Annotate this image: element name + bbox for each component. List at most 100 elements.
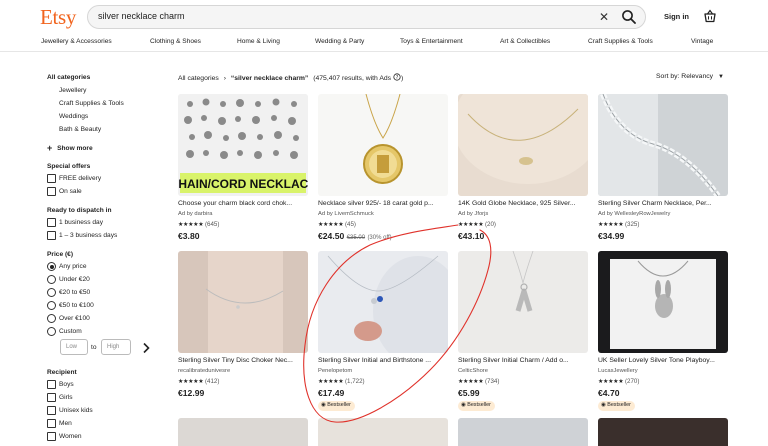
nav-wedding[interactable]: Wedding & Party bbox=[315, 38, 364, 45]
price-over-100-radio[interactable] bbox=[47, 314, 56, 323]
listing-title[interactable]: Sterling Silver Charm Necklace, Per... bbox=[598, 200, 728, 207]
recipient-girls-checkbox[interactable] bbox=[47, 393, 56, 402]
listing-title[interactable]: Sterling Silver Initial and Birthstone .… bbox=[318, 357, 448, 364]
price-under-20-label[interactable]: Under €20 bbox=[59, 276, 90, 283]
recipient-women-label[interactable]: Women bbox=[59, 433, 82, 440]
review-count: (270) bbox=[624, 378, 640, 385]
recipient-boys-label[interactable]: Boys bbox=[59, 381, 74, 388]
listing-title[interactable]: UK Seller Lovely Silver Tone Playboy... bbox=[598, 357, 728, 364]
listing-title[interactable]: Necklace silver 925/- 18 carat gold p... bbox=[318, 200, 448, 207]
recipient-girls-label[interactable]: Girls bbox=[59, 394, 73, 401]
star-rating-icon: ★★★★★ bbox=[178, 221, 204, 228]
listing-image[interactable] bbox=[178, 251, 308, 353]
search-input[interactable]: silver necklace charm bbox=[98, 11, 185, 21]
listing-shop: Penelopetom bbox=[318, 368, 353, 374]
free-delivery-label[interactable]: FREE delivery bbox=[59, 175, 101, 182]
sign-in-link[interactable]: Sign in bbox=[664, 12, 689, 21]
listing-image[interactable] bbox=[598, 94, 728, 196]
listing-title[interactable]: Choose your charm black cord chok... bbox=[178, 200, 308, 207]
nav-jewellery[interactable]: Jewellery & Accessories bbox=[41, 38, 112, 45]
listing-image[interactable] bbox=[318, 94, 448, 196]
review-count: (325) bbox=[624, 221, 640, 228]
review-count: (45) bbox=[344, 221, 356, 228]
nav-vintage[interactable]: Vintage bbox=[691, 38, 713, 45]
recipient-women-checkbox[interactable] bbox=[47, 432, 56, 441]
search-icon[interactable] bbox=[621, 9, 637, 25]
listing-shop: LucasJewellery bbox=[598, 368, 638, 374]
dispatch-1-day-checkbox[interactable] bbox=[47, 218, 56, 227]
bestseller-badge: ◉ Bestseller bbox=[458, 401, 495, 411]
red-annotation-stroke bbox=[303, 224, 492, 423]
dispatch-1-day-label[interactable]: 1 business day bbox=[59, 219, 103, 226]
listing-rating: ★★★★★ (645) bbox=[178, 221, 219, 228]
filter-cat-jewellery[interactable]: Jewellery bbox=[59, 87, 86, 94]
nav-toys[interactable]: Toys & Entertainment bbox=[400, 38, 463, 45]
free-delivery-checkbox[interactable] bbox=[47, 174, 56, 183]
listing-title[interactable]: Sterling Silver Tiny Disc Choker Nec... bbox=[178, 357, 308, 364]
sort-dropdown[interactable]: Sort by: Relevancy ▼ bbox=[656, 73, 724, 80]
recipient-men-label[interactable]: Men bbox=[59, 420, 72, 427]
price-heading: Price (€) bbox=[47, 251, 74, 258]
listing-image[interactable]: CHAIN/CORD NECKLACE bbox=[178, 94, 308, 196]
sort-label: Sort by: Relevancy bbox=[656, 73, 714, 80]
image-overlay-text: CHAIN/CORD NECKLACE bbox=[178, 177, 308, 191]
price-low-input[interactable]: Low bbox=[60, 339, 88, 355]
price-under-20-radio[interactable] bbox=[47, 275, 56, 284]
price-custom-label[interactable]: Custom bbox=[59, 328, 82, 335]
filter-cat-craft[interactable]: Craft Supplies & Tools bbox=[59, 100, 124, 107]
review-count: (734) bbox=[484, 378, 500, 385]
price-high-input[interactable]: High bbox=[101, 339, 131, 355]
listing-image[interactable] bbox=[458, 251, 588, 353]
special-offers-heading: Special offers bbox=[47, 163, 91, 170]
price-any-label[interactable]: Any price bbox=[59, 263, 87, 270]
on-sale-label[interactable]: On sale bbox=[59, 188, 82, 195]
nav-clothing[interactable]: Clothing & Shoes bbox=[150, 38, 201, 45]
all-categories-heading[interactable]: All categories bbox=[47, 74, 90, 81]
listing-image[interactable] bbox=[598, 418, 728, 446]
star-rating-icon: ★★★★★ bbox=[178, 378, 204, 385]
listing-title[interactable]: Sterling Silver Initial Charm / Add o... bbox=[458, 357, 588, 364]
listing-rating: ★★★★★ (45) bbox=[318, 221, 356, 228]
recipient-unisex-label[interactable]: Unisex kids bbox=[59, 407, 93, 414]
listing-title[interactable]: 14K Gold Globe Necklace, 925 Silver... bbox=[458, 200, 588, 207]
filter-cat-weddings[interactable]: Weddings bbox=[59, 113, 88, 120]
price-50-100-radio[interactable] bbox=[47, 301, 56, 310]
price-20-50-radio[interactable] bbox=[47, 288, 56, 297]
nav-art[interactable]: Art & Collectibles bbox=[500, 38, 550, 45]
show-more-label: Show more bbox=[57, 145, 93, 152]
bestseller-label: Bestseller bbox=[607, 402, 631, 408]
search-bar[interactable]: silver necklace charm ✕ bbox=[87, 5, 646, 29]
recipient-unisex-checkbox[interactable] bbox=[47, 406, 56, 415]
listing-image[interactable] bbox=[318, 251, 448, 353]
listing-image[interactable] bbox=[598, 251, 728, 353]
listing-image[interactable] bbox=[458, 418, 588, 446]
nav-home[interactable]: Home & Living bbox=[237, 38, 280, 45]
filter-cat-bath[interactable]: Bath & Beauty bbox=[59, 126, 101, 133]
price-any-radio[interactable] bbox=[47, 262, 56, 271]
basket-icon[interactable] bbox=[703, 9, 717, 23]
recipient-boys-checkbox[interactable] bbox=[47, 380, 56, 389]
listing-image[interactable] bbox=[318, 418, 448, 446]
breadcrumb-all-categories[interactable]: All categories bbox=[178, 75, 219, 82]
price-20-50-label[interactable]: €20 to €50 bbox=[59, 289, 90, 296]
chevron-right-icon[interactable] bbox=[141, 342, 151, 354]
show-more-button[interactable]: + Show more bbox=[47, 142, 93, 153]
plus-icon: + bbox=[47, 143, 53, 153]
star-rating-icon: ★★★★★ bbox=[318, 378, 344, 385]
listing-image[interactable] bbox=[178, 418, 308, 446]
review-count: (1,722) bbox=[344, 378, 365, 385]
dispatch-1-3-checkbox[interactable] bbox=[47, 231, 56, 240]
review-count: (412) bbox=[204, 378, 220, 385]
recipient-men-checkbox[interactable] bbox=[47, 419, 56, 428]
close-icon[interactable]: ✕ bbox=[599, 10, 609, 24]
on-sale-checkbox[interactable] bbox=[47, 187, 56, 196]
price-50-100-label[interactable]: €50 to €100 bbox=[59, 302, 94, 309]
price-over-100-label[interactable]: Over €100 bbox=[59, 315, 90, 322]
etsy-logo[interactable]: Etsy bbox=[40, 5, 76, 30]
nav-craft[interactable]: Craft Supplies & Tools bbox=[588, 38, 653, 45]
price-to-label: to bbox=[91, 344, 97, 351]
listing-image[interactable] bbox=[458, 94, 588, 196]
price-custom-radio[interactable] bbox=[47, 327, 56, 336]
info-icon[interactable]: ? bbox=[393, 73, 401, 81]
dispatch-1-3-label[interactable]: 1 – 3 business days bbox=[59, 232, 117, 239]
